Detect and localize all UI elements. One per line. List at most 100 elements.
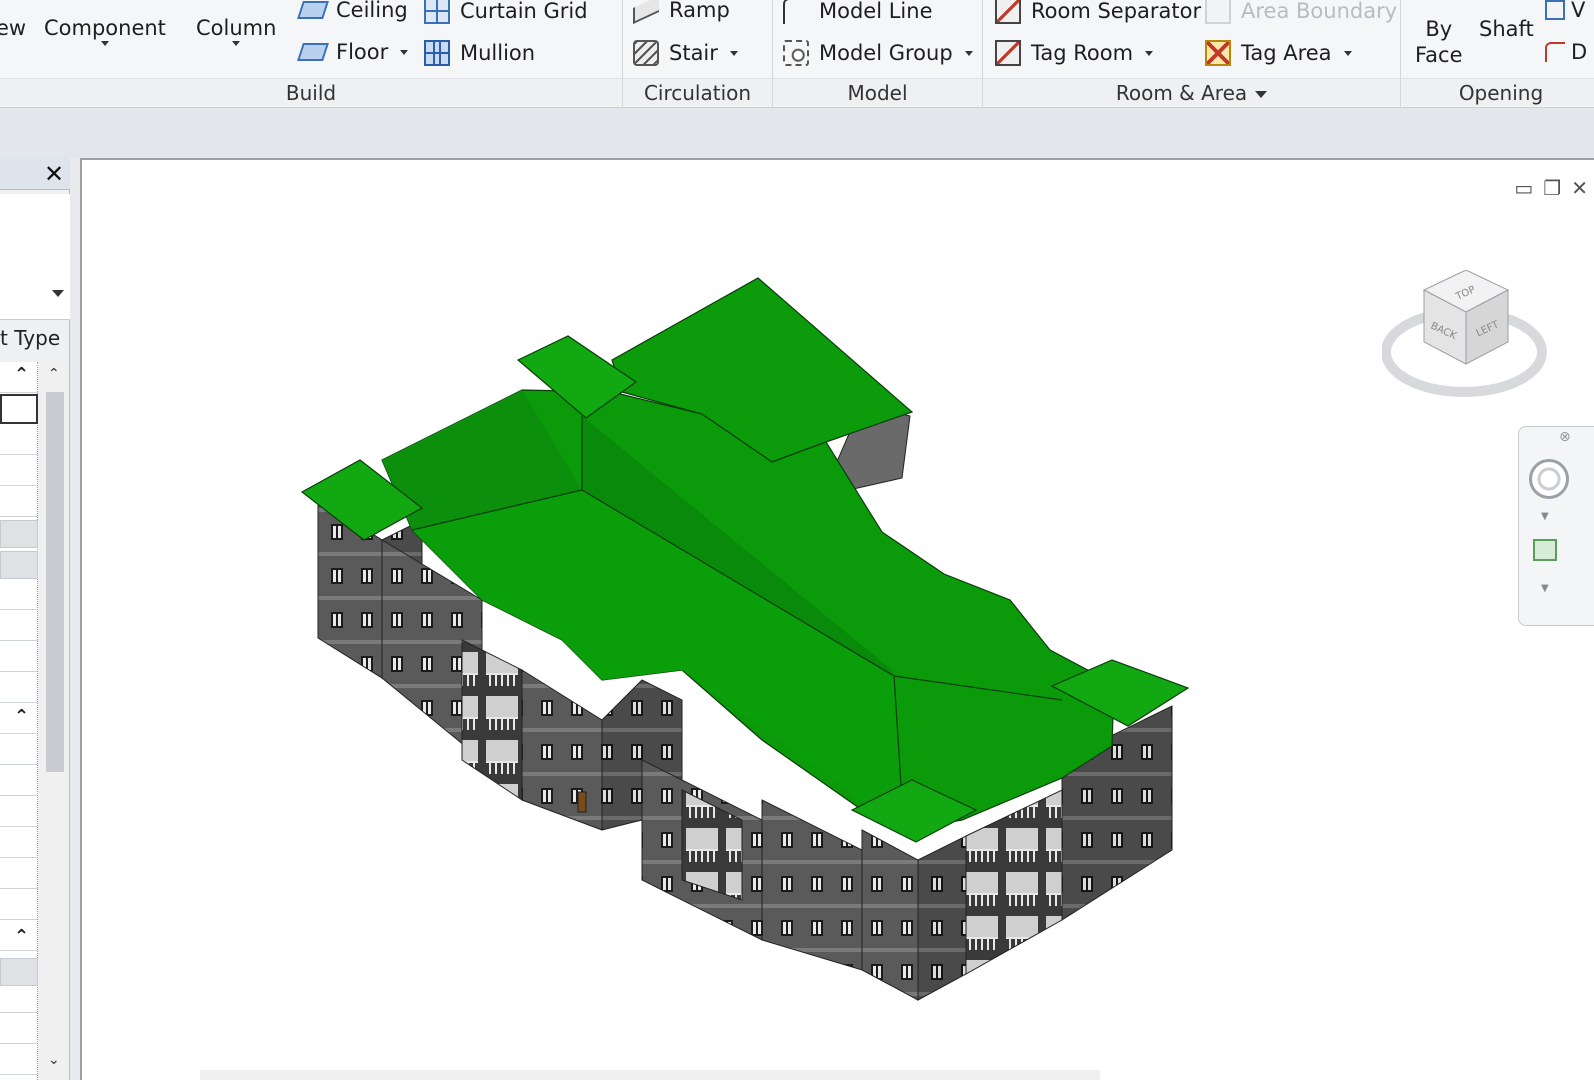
chevron-down-icon xyxy=(400,49,409,55)
vertical-opening-icon xyxy=(1545,0,1565,20)
model-group-icon xyxy=(783,40,809,66)
properties-palette: ✕ t Type ⌃ ⌃ ⌃ ⌃ ⌄ xyxy=(0,158,70,1080)
collapse-group-icon[interactable]: ⌃ xyxy=(14,706,29,727)
view-control-bar xyxy=(200,1070,1100,1080)
building-model[interactable] xyxy=(82,160,1594,1080)
room-separator-label: Room Separator xyxy=(1031,0,1202,23)
property-row[interactable] xyxy=(0,958,38,986)
chevron-down-icon[interactable]: ▼ xyxy=(1541,511,1549,522)
floor-button[interactable]: Floor xyxy=(297,40,409,64)
cut-off-tool-label[interactable]: ew xyxy=(0,15,26,41)
chevron-down-icon xyxy=(729,50,738,56)
ceiling-icon xyxy=(297,1,329,19)
stair-label: Stair xyxy=(669,41,718,65)
chevron-down-icon xyxy=(100,41,109,46)
opening-panel: By Face Shaft V D Opening xyxy=(1401,0,1594,108)
ramp-button[interactable]: Ramp xyxy=(633,0,730,25)
chevron-down-icon xyxy=(1255,91,1268,98)
build-panel-title[interactable]: Build xyxy=(0,78,622,106)
ribbon: ew Component Column Ceiling Floor Curtai… xyxy=(0,0,1594,108)
shaft-label: Shaft xyxy=(1479,17,1534,41)
model-panel: Model Line Model Group Model xyxy=(773,0,983,108)
tag-room-button[interactable]: Tag Room xyxy=(995,40,1154,66)
by-face-button[interactable]: By Face xyxy=(1415,16,1463,68)
by-face-label-1: By xyxy=(1425,17,1453,41)
property-row[interactable] xyxy=(0,520,38,548)
curtain-grid-label: Curtain Grid xyxy=(460,0,588,23)
dormer-button[interactable]: D xyxy=(1545,40,1587,64)
close-icon[interactable]: ⊗ xyxy=(1559,429,1571,445)
vertical-opening-button[interactable]: V xyxy=(1545,0,1585,22)
room-area-panel: Room Separator Area Boundary Tag Room Ta… xyxy=(983,0,1401,108)
ramp-label: Ramp xyxy=(669,0,730,22)
component-label: Component xyxy=(44,16,166,40)
model-group-label: Model Group xyxy=(819,41,953,65)
collapse-group-icon[interactable]: ⌃ xyxy=(14,364,29,385)
right-lower-facade xyxy=(761,799,863,971)
property-row[interactable] xyxy=(0,551,38,579)
collapse-group-icon[interactable]: ⌃ xyxy=(14,926,29,947)
zoom-region-icon[interactable] xyxy=(1533,539,1557,561)
right-wing-balcony xyxy=(965,789,1063,975)
ribbon-gap xyxy=(0,108,1594,158)
mullion-icon xyxy=(424,40,450,66)
stair-icon xyxy=(633,40,659,66)
scroll-down-icon[interactable]: ⌄ xyxy=(48,1052,60,1068)
scrollbar-thumb[interactable] xyxy=(46,392,64,772)
model-line-button[interactable]: Model Line xyxy=(783,0,933,24)
ceiling-label: Ceiling xyxy=(336,0,408,22)
chevron-down-icon xyxy=(232,41,241,46)
area-boundary-label: Area Boundary xyxy=(1241,0,1398,23)
opening-panel-title: Opening xyxy=(1401,78,1594,106)
shaft-button[interactable]: Shaft xyxy=(1479,16,1534,42)
properties-scrollbar[interactable]: ⌃ ⌄ xyxy=(42,362,68,1080)
area-boundary-button[interactable]: Area Boundary xyxy=(1205,0,1397,24)
dormer-label: D xyxy=(1571,40,1588,64)
room-separator-button[interactable]: Room Separator xyxy=(995,0,1201,24)
tag-room-label: Tag Room xyxy=(1031,41,1134,65)
chevron-down-icon xyxy=(52,290,64,297)
circulation-panel-title: Circulation xyxy=(623,78,772,106)
tag-area-label: Tag Area xyxy=(1241,41,1332,65)
column-label: Column xyxy=(196,16,277,40)
entry-door xyxy=(577,791,587,813)
ceiling-button[interactable]: Ceiling xyxy=(297,0,408,22)
tag-room-icon xyxy=(995,40,1021,66)
floor-label: Floor xyxy=(336,40,389,64)
column-button[interactable]: Column xyxy=(196,15,276,46)
right-tower-front-wall xyxy=(861,829,919,1001)
navigation-bar: ⊗ ▼ ▼ xyxy=(1518,426,1594,626)
tag-area-button[interactable]: Tag Area xyxy=(1205,40,1352,66)
stair-balcony-bay xyxy=(461,639,523,801)
tag-area-icon xyxy=(1205,40,1231,66)
circulation-panel: Ramp Stair Circulation xyxy=(623,0,773,108)
by-face-label-2: Face xyxy=(1415,43,1463,67)
right-tower-side-wall xyxy=(917,835,967,1001)
model-line-label: Model Line xyxy=(819,0,933,23)
chevron-down-icon xyxy=(1343,50,1352,56)
property-value-field[interactable] xyxy=(0,394,38,424)
component-button[interactable]: Component xyxy=(44,15,166,46)
model-line-icon xyxy=(783,0,809,24)
viewcube[interactable]: TOP BACK LEFT xyxy=(1382,270,1552,410)
stair-button[interactable]: Stair xyxy=(633,40,738,66)
area-boundary-icon xyxy=(1205,0,1231,24)
model-group-button[interactable]: Model Group xyxy=(783,40,973,66)
curtain-grid-button[interactable]: Curtain Grid xyxy=(424,0,588,24)
revit-window: ew Component Column Ceiling Floor Curtai… xyxy=(0,0,1594,1080)
type-selector[interactable] xyxy=(0,194,70,320)
floor-icon xyxy=(297,43,329,61)
vertical-opening-label: V xyxy=(1571,0,1586,22)
edit-type-button[interactable]: t Type xyxy=(0,326,60,350)
scroll-up-icon[interactable]: ⌃ xyxy=(48,366,60,382)
chevron-down-icon xyxy=(964,50,973,56)
room-area-panel-title[interactable]: Room & Area xyxy=(983,78,1400,106)
3d-view-canvas[interactable]: ▭ ❐ ✕ TOP BACK LEFT ⊗ ▼ ▼ xyxy=(80,158,1594,1080)
close-icon[interactable]: ✕ xyxy=(44,160,64,188)
ramp-icon xyxy=(633,0,659,25)
mullion-button[interactable]: Mullion xyxy=(424,40,535,66)
room-separator-icon xyxy=(995,0,1021,24)
chevron-down-icon[interactable]: ▼ xyxy=(1541,583,1549,594)
steering-wheel-icon[interactable] xyxy=(1529,459,1569,499)
middle-facade-wall xyxy=(521,669,603,831)
